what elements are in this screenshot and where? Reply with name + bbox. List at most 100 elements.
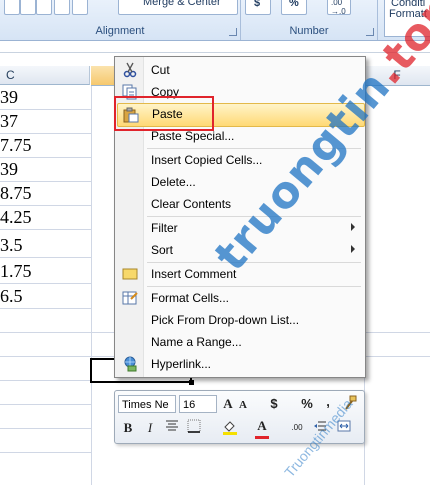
cell-c[interactable]: 39: [0, 158, 91, 182]
center-align-button[interactable]: [163, 419, 181, 437]
merge-center-button[interactable]: Merge & Center: [118, 0, 238, 15]
grid-line: [364, 332, 430, 333]
cell-c[interactable]: 37: [0, 110, 91, 134]
format-cells-icon: [122, 290, 138, 306]
comment-icon: [122, 266, 138, 282]
menu-item-label: Cut: [151, 63, 170, 77]
decimal-button[interactable]: .00 →.0: [327, 0, 351, 16]
submenu-arrow-icon: [351, 245, 355, 253]
bold-icon: B: [123, 420, 133, 435]
alignment-label: Alignment: [95, 25, 145, 37]
grid-line: [0, 380, 91, 381]
cell-c[interactable]: 39: [0, 86, 91, 110]
cell-c[interactable]: 3.5: [0, 234, 91, 258]
borders-icon: [187, 419, 201, 433]
grid-line: [0, 356, 91, 357]
currency-icon: $: [254, 0, 261, 9]
align-button[interactable]: [4, 0, 20, 15]
grid-line: [0, 452, 91, 453]
comma-icon: ,: [326, 394, 330, 409]
menu-item-label: Format Cells...: [151, 291, 230, 305]
menu-item-label: Sort: [151, 243, 174, 257]
grid-line: [0, 52, 430, 53]
menu-item-label: Paste Special...: [151, 129, 235, 143]
currency-button[interactable]: $: [267, 395, 281, 413]
borders-button[interactable]: [185, 419, 203, 437]
menu-item-label: Insert Copied Cells...: [151, 153, 263, 167]
grow-font-icon: A: [223, 396, 233, 411]
fill-color-button[interactable]: [221, 419, 239, 437]
cell-value: 8.75: [0, 183, 32, 203]
paste-highlight-box: [114, 96, 214, 131]
italic-icon: I: [147, 420, 153, 435]
cell-value: 39: [0, 87, 18, 107]
fill-handle[interactable]: [189, 380, 194, 385]
font-size-value: 16: [183, 399, 196, 411]
font-color-button[interactable]: A: [255, 418, 269, 439]
shrink-font-icon: A: [239, 399, 247, 411]
cell-value: 3.5: [0, 235, 23, 255]
increase-decimal-button[interactable]: .00: [287, 419, 307, 437]
menu-item-label: Clear Contents: [151, 197, 232, 211]
ribbon: Merge & Center Alignment $ % .00 →.0 Num…: [0, 0, 430, 41]
shrink-font-button[interactable]: A: [237, 396, 249, 414]
bold-button[interactable]: B: [121, 419, 135, 437]
dialog-launcher-icon[interactable]: [229, 28, 237, 36]
menu-item-cut[interactable]: Cut: [117, 59, 363, 81]
cell-value: 1.75: [0, 261, 32, 281]
percent-icon: %: [289, 0, 299, 9]
submenu-arrow-icon: [351, 223, 355, 231]
cell-value: 7.75: [0, 135, 32, 155]
menu-item-label: Filter: [151, 221, 178, 235]
fill-color-icon: [223, 421, 237, 435]
menu-item-label: Pick From Drop-down List...: [151, 313, 300, 327]
currency-icon: $: [270, 396, 278, 411]
cell-c[interactable]: 6.5: [0, 285, 91, 309]
grid-line: [0, 428, 91, 429]
menu-item-label: Insert Comment: [151, 267, 237, 281]
decimal-icon: .00 →.0: [331, 0, 346, 16]
menu-item-label: Delete...: [151, 175, 196, 189]
align-button[interactable]: [36, 0, 52, 15]
percent-icon: %: [301, 396, 313, 411]
scissors-icon: [122, 62, 138, 78]
cell-c[interactable]: 1.75: [0, 260, 91, 284]
percent-button[interactable]: %: [281, 0, 307, 15]
cell-c[interactable]: 8.75: [0, 182, 91, 206]
cell-value: 6.5: [0, 286, 23, 306]
menu-item-pick-dropdown[interactable]: Pick From Drop-down List...: [117, 309, 363, 331]
indent-button[interactable]: [54, 0, 70, 15]
center-align-icon: [166, 420, 178, 431]
indent-button[interactable]: [72, 0, 88, 15]
number-label: Number: [289, 25, 329, 37]
align-button[interactable]: [20, 0, 36, 15]
cell-c[interactable]: 7.75: [0, 134, 91, 158]
cell-c[interactable]: 4.25: [0, 206, 91, 230]
column-header-c[interactable]: C: [0, 66, 90, 85]
italic-button[interactable]: I: [143, 419, 157, 437]
grid-line: [0, 332, 91, 333]
increase-decimal-icon: .00: [291, 423, 303, 432]
column-header-label: C: [6, 68, 15, 82]
merge-center-label: Merge & Center: [143, 0, 221, 8]
currency-button[interactable]: $: [245, 0, 271, 15]
menu-item-label: Name a Range...: [151, 335, 242, 349]
menu-item-hyperlink[interactable]: Hyperlink...: [117, 353, 363, 375]
font-name-field[interactable]: Times Ne: [118, 395, 176, 413]
font-size-field[interactable]: 16: [179, 395, 217, 413]
number-group: $ % .00 →.0 Number: [241, 0, 378, 40]
cell-value: 39: [0, 159, 18, 179]
alignment-group: Merge & Center Alignment: [0, 0, 241, 40]
grid-line: [0, 404, 91, 405]
menu-item-format-cells[interactable]: Format Cells...: [117, 287, 363, 309]
cell-value: 37: [0, 111, 18, 131]
percent-button[interactable]: %: [299, 395, 315, 413]
dialog-launcher-icon[interactable]: [366, 28, 374, 36]
menu-item-name-range[interactable]: Name a Range...: [117, 331, 363, 353]
grid-line: [91, 86, 92, 485]
cell-value: 4.25: [0, 207, 32, 227]
font-name-value: Times Ne: [122, 399, 169, 411]
hyperlink-icon: [122, 356, 138, 372]
grow-font-button[interactable]: A: [221, 395, 235, 413]
menu-item-label: Hyperlink...: [151, 357, 212, 371]
